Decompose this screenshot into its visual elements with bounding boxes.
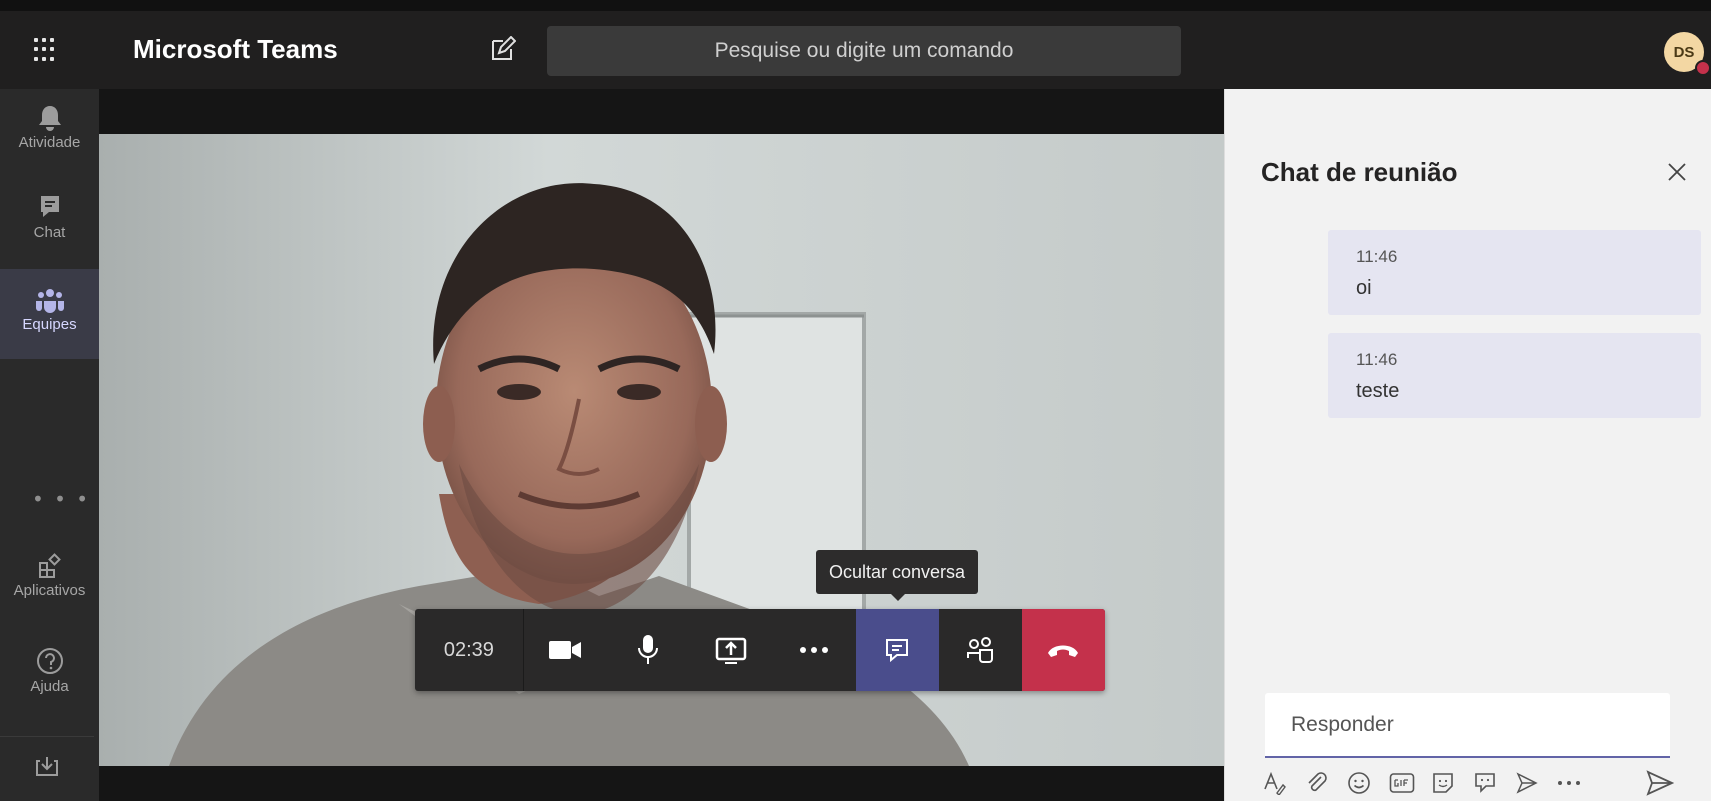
bell-icon [38, 106, 61, 131]
rail-item-label: Equipes [22, 316, 77, 333]
hangup-icon [1048, 645, 1079, 657]
sticker-button[interactable] [1431, 768, 1473, 798]
reply-input[interactable] [1265, 693, 1670, 756]
message-text: oi [1356, 277, 1372, 299]
title-bar: Microsoft Teams Pesquise ou digite um co… [0, 0, 1711, 89]
teams-icon [35, 289, 64, 313]
camera-icon [549, 641, 582, 659]
apps-icon [38, 553, 61, 578]
chat-message[interactable]: 11:46 oi [1328, 230, 1701, 315]
search-input[interactable]: Pesquise ou digite um comando [547, 26, 1181, 76]
call-timer: 02:39 [415, 609, 524, 691]
praise-icon [1516, 772, 1538, 794]
meeting-stage: Ocultar conversa 02:39 [99, 89, 1224, 801]
format-button[interactable] [1263, 768, 1305, 798]
rail-item-chat[interactable]: Chat [0, 193, 99, 273]
rail-item-activity[interactable]: Atividade [0, 103, 99, 183]
avatar-initials: DS [1673, 43, 1695, 61]
gif-icon [1389, 773, 1415, 793]
participants-button[interactable] [939, 609, 1022, 691]
meet-icon [1475, 773, 1495, 793]
camera-button[interactable] [524, 609, 607, 691]
rail-item-label: Atividade [18, 134, 81, 151]
rail-more-icon[interactable]: • • • [32, 487, 90, 511]
app-rail: Atividade Chat Equipes • • • Aplicativos [0, 89, 99, 801]
presence-badge [1695, 60, 1711, 76]
composer-toolbar [1263, 768, 1683, 798]
message-time: 11:46 [1356, 350, 1398, 369]
chat-icon [40, 196, 59, 217]
praise-button[interactable] [1515, 768, 1557, 798]
app-title: Microsoft Teams [133, 34, 338, 64]
send-icon[interactable] [1646, 770, 1674, 796]
message-text: teste [1356, 380, 1400, 402]
meeting-chat-panel: Chat de reunião 11:46 oi 11:46 teste [1224, 89, 1711, 801]
rail-item-label: Chat [33, 224, 66, 241]
close-icon[interactable] [1666, 161, 1688, 183]
participants-icon [967, 637, 994, 663]
share-screen-button[interactable] [690, 609, 773, 691]
chat-title: Chat de reunião [1261, 157, 1458, 187]
more-options-button[interactable] [773, 609, 856, 691]
download-button[interactable] [0, 736, 94, 796]
attach-button[interactable] [1305, 768, 1347, 798]
rail-item-help[interactable]: Ajuda [0, 647, 99, 717]
tooltip: Ocultar conversa [816, 550, 978, 601]
more-icon [1558, 781, 1580, 785]
sticker-icon [1433, 773, 1453, 793]
tooltip-text: Ocultar conversa [828, 561, 966, 582]
download-icon [36, 756, 58, 776]
chat-message[interactable]: 11:46 teste [1328, 333, 1701, 418]
microphone-button[interactable] [607, 609, 690, 691]
attach-icon [1308, 772, 1327, 792]
emoji-icon [1348, 772, 1370, 794]
app-launcher-icon[interactable] [34, 38, 58, 62]
conversation-icon [886, 639, 909, 663]
meet-button[interactable] [1473, 768, 1515, 798]
help-icon [36, 648, 63, 674]
gif-button[interactable] [1389, 768, 1431, 798]
microphone-icon [638, 635, 659, 664]
share-screen-icon [716, 637, 747, 664]
new-chat-icon[interactable] [490, 36, 516, 62]
rail-item-teams[interactable]: Equipes [0, 269, 99, 359]
more-button[interactable] [1557, 768, 1599, 798]
format-icon [1264, 771, 1286, 795]
message-time: 11:46 [1356, 247, 1398, 266]
rail-item-apps[interactable]: Aplicativos [0, 553, 99, 623]
call-controls: 02:39 [415, 609, 1105, 691]
reply-box [1265, 693, 1670, 758]
window-strip [0, 0, 1711, 11]
emoji-button[interactable] [1347, 768, 1389, 798]
rail-item-label: Aplicativos [13, 582, 86, 599]
hangup-button[interactable] [1021, 609, 1105, 691]
rail-item-label: Ajuda [30, 678, 69, 695]
conversation-button[interactable] [855, 609, 939, 691]
search-placeholder: Pesquise ou digite um comando [714, 39, 1014, 62]
more-options-icon [800, 647, 829, 653]
